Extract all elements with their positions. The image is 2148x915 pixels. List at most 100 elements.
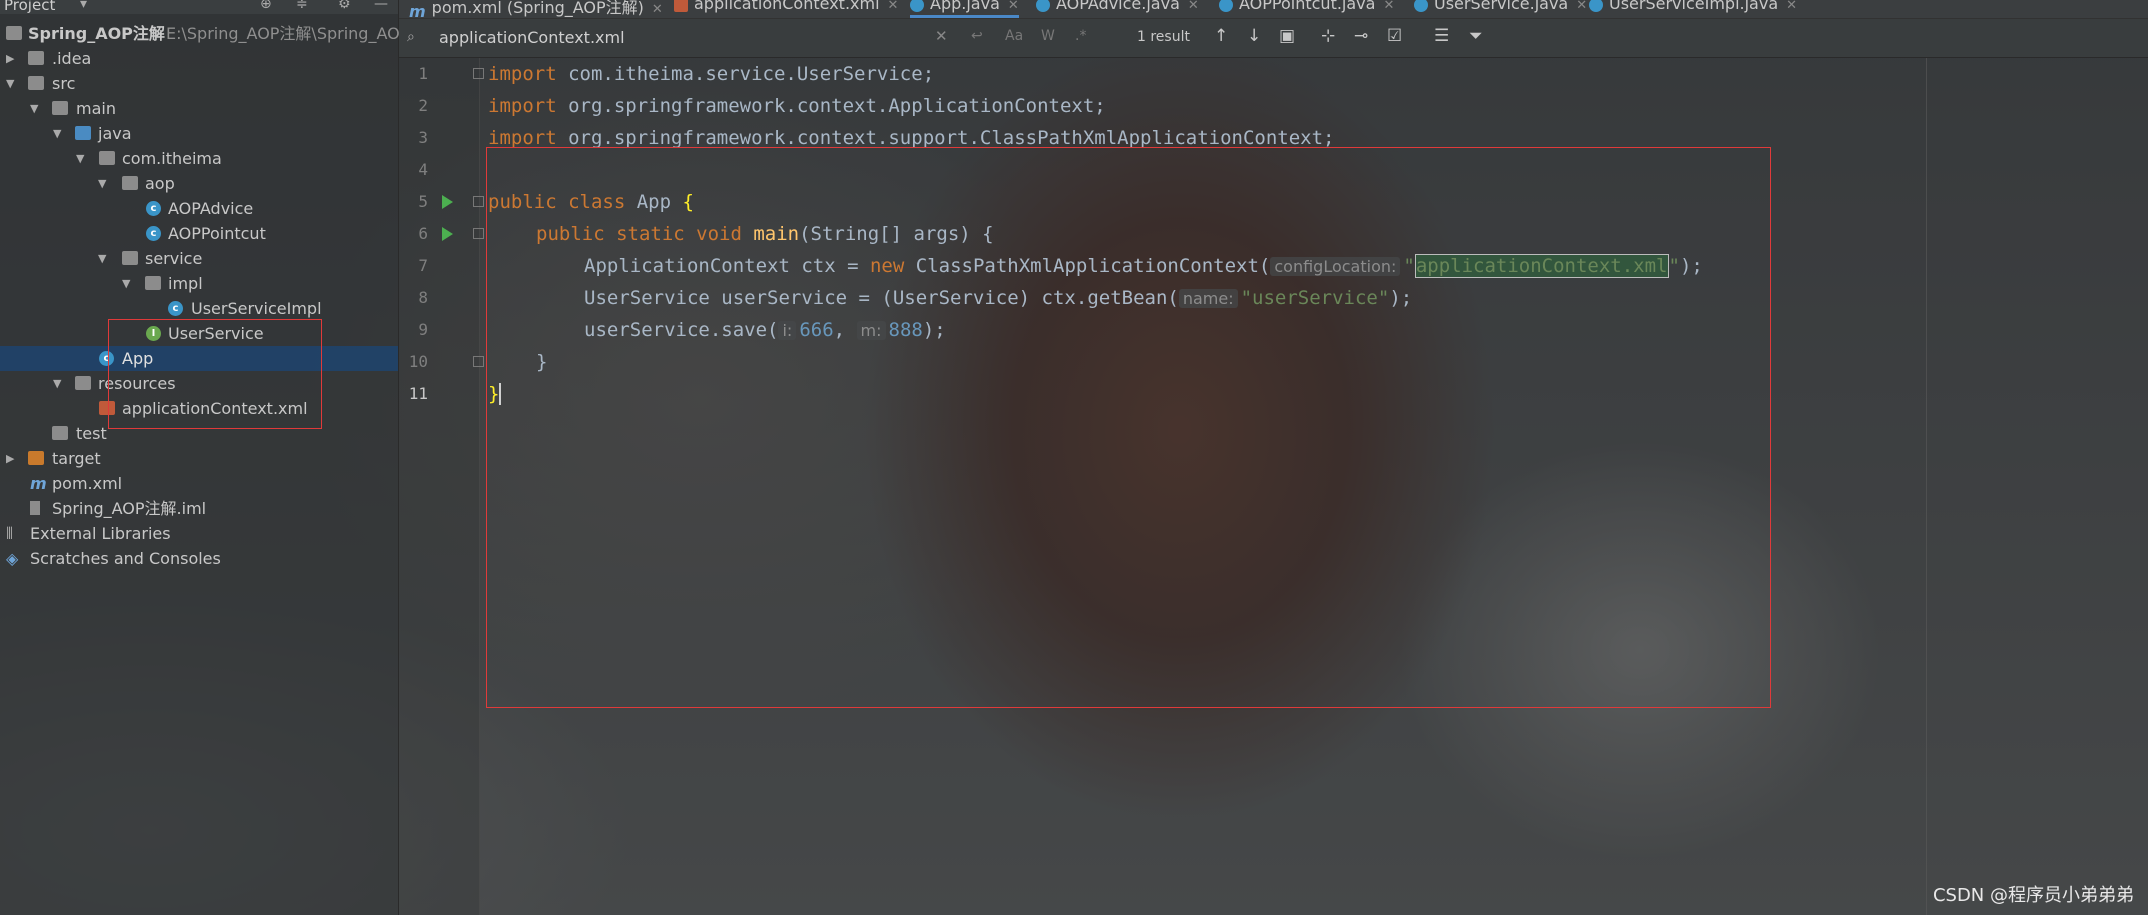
close-icon[interactable]: ✕: [888, 0, 899, 13]
run-class-icon[interactable]: [442, 195, 453, 209]
tree-item-label: target: [52, 449, 101, 468]
chevron-down-icon[interactable]: ▼: [98, 171, 106, 196]
next-occurrence-icon[interactable]: ↓: [1247, 26, 1261, 46]
tab-applicationcontext[interactable]: applicationContext.xml ✕: [674, 0, 898, 18]
chevron-down-icon[interactable]: ▼: [98, 246, 106, 271]
tree-item-label: .idea: [52, 49, 92, 68]
close-icon[interactable]: ✕: [1188, 0, 1199, 13]
minimize-icon[interactable]: —: [374, 0, 388, 12]
tab-aoppointcut[interactable]: AOPPointcut.java ✕: [1219, 0, 1394, 18]
tab-label: AOPPointcut.java: [1239, 0, 1376, 13]
collapse-all-icon[interactable]: ≑: [296, 0, 308, 12]
chevron-down-icon[interactable]: ▾: [80, 0, 87, 12]
clear-icon[interactable]: ✕: [935, 27, 948, 45]
chevron-right-icon[interactable]: ▶: [6, 46, 14, 71]
gear-icon[interactable]: ⚙: [338, 0, 351, 12]
tree-item-scratches[interactable]: ◈ Scratches and Consoles: [0, 546, 398, 571]
tab-app-java[interactable]: App.java ✕: [910, 0, 1019, 18]
library-icon: ⦀: [6, 524, 14, 543]
fold-method-icon[interactable]: [473, 228, 484, 239]
tab-aopadvice[interactable]: AOPAdvice.java ✕: [1036, 0, 1199, 18]
line-number: 3: [418, 128, 428, 147]
regex-toggle[interactable]: .*: [1075, 28, 1086, 44]
tree-item-project-root[interactable]: Spring_AOP注解 E:\Spring_AOP注解\Spring_AO: [0, 21, 400, 46]
open-in-window-icon[interactable]: ▣: [1279, 26, 1295, 46]
close-icon[interactable]: ✕: [1576, 0, 1587, 13]
tree-item-label: Spring_AOP注解.iml: [52, 499, 207, 518]
tree-item-pom[interactable]: m pom.xml: [0, 471, 398, 496]
annotation-box-sidebar: [108, 319, 322, 429]
chevron-down-icon[interactable]: ▼: [122, 271, 130, 296]
project-path: E:\Spring_AOP注解\Spring_AO: [166, 24, 400, 43]
tree-item-src[interactable]: ▼ src: [0, 71, 398, 96]
tree-item-aopadvice[interactable]: c AOPAdvice: [0, 196, 398, 221]
tree-item-iml[interactable]: Spring_AOP注解.iml: [0, 496, 398, 521]
watermark: CSDN @程序员小弟弟弟: [1932, 885, 2134, 906]
close-icon[interactable]: ✕: [1383, 0, 1394, 13]
close-icon[interactable]: ✕: [652, 2, 663, 17]
search-input[interactable]: applicationContext.xml: [439, 28, 625, 47]
tree-item-label: src: [52, 74, 76, 93]
tab-label: applicationContext.xml: [694, 0, 880, 13]
close-icon[interactable]: ✕: [1786, 0, 1797, 13]
tab-pom[interactable]: m pom.xml (Spring_AOP注解) ✕: [409, 0, 663, 18]
tree-item-java[interactable]: ▼ java: [0, 121, 398, 146]
fold-method-end-icon[interactable]: [473, 356, 484, 367]
tree-item-label: aop: [145, 174, 175, 193]
tab-userservice[interactable]: UserService.java ✕: [1414, 0, 1587, 18]
tree-item-label: Scratches and Consoles: [30, 549, 221, 568]
chevron-down-icon[interactable]: ▼: [6, 71, 14, 96]
remove-selection-icon[interactable]: ⊸: [1354, 26, 1368, 46]
maven-icon: m: [30, 474, 47, 493]
code-line-2[interactable]: import org.springframework.context.Appli…: [488, 90, 1106, 122]
annotation-box-editor: [486, 147, 1771, 708]
chevron-right-icon[interactable]: ▶: [6, 446, 14, 471]
tree-item-label: impl: [168, 274, 203, 293]
package-icon: [122, 176, 138, 190]
tree-item-impl[interactable]: ▼ impl: [0, 271, 398, 296]
run-main-icon[interactable]: [442, 227, 453, 241]
new-line-icon[interactable]: ↩: [971, 28, 983, 44]
tree-item-target[interactable]: ▶ target: [0, 446, 398, 471]
folder-icon: [28, 51, 44, 65]
tree-item-main[interactable]: ▼ main: [0, 96, 398, 121]
ide-window: Project ▾ ⊕ ≑ ⚙ — Spring_AOP注解 E:\Spring…: [0, 0, 2148, 915]
package-icon: [122, 251, 138, 265]
chevron-down-icon[interactable]: ▼: [53, 371, 61, 396]
folder-icon: [28, 451, 44, 465]
tree-item-aop[interactable]: ▼ aop: [0, 171, 398, 196]
select-all-occurrences-icon[interactable]: ☑: [1387, 26, 1402, 46]
tree-item-label: UserServiceImpl: [191, 299, 322, 318]
previous-occurrence-icon[interactable]: ↑: [1214, 26, 1228, 46]
folder-icon: [52, 426, 68, 440]
tree-item-external-libraries[interactable]: ⦀ External Libraries: [0, 521, 398, 546]
code-text: org.springframework.context.support.Clas…: [556, 127, 1335, 149]
chevron-down-icon[interactable]: ▼: [76, 146, 84, 171]
filter-options-icon[interactable]: ☰: [1434, 26, 1449, 46]
tree-item-label: test: [76, 424, 107, 443]
match-case-toggle[interactable]: Aa: [1005, 28, 1023, 44]
code-line-1[interactable]: import com.itheima.service.UserService;: [488, 58, 934, 90]
tree-item-label: External Libraries: [30, 524, 171, 543]
tree-item-com-itheima[interactable]: ▼ com.itheima: [0, 146, 398, 171]
right-margin-guide: [1926, 58, 1927, 915]
fold-class-icon[interactable]: [473, 196, 484, 207]
tree-item-idea[interactable]: ▶ .idea: [0, 46, 398, 71]
chevron-down-icon[interactable]: ▼: [30, 96, 38, 121]
line-number: 6: [418, 224, 428, 243]
close-icon[interactable]: ✕: [1008, 0, 1019, 13]
fold-imports-icon[interactable]: [473, 68, 484, 79]
tree-item-userserviceimpl[interactable]: c UserServiceImpl: [0, 296, 398, 321]
tree-item-service[interactable]: ▼ service: [0, 246, 398, 271]
project-panel-title[interactable]: Project: [4, 0, 55, 14]
locate-icon[interactable]: ⊕: [260, 0, 272, 12]
search-icon[interactable]: ⌕: [407, 29, 415, 45]
tree-item-aoppointcut[interactable]: c AOPPointcut: [0, 221, 398, 246]
line-number: 1: [418, 64, 428, 83]
tab-userserviceimpl[interactable]: UserServiceImpl.java ✕: [1589, 0, 1797, 18]
add-selection-icon[interactable]: ⊹: [1321, 26, 1335, 46]
filter-icon[interactable]: ⏷: [1469, 26, 1483, 46]
chevron-down-icon[interactable]: ▼: [53, 121, 61, 146]
class-icon: [1036, 0, 1050, 12]
words-toggle[interactable]: W: [1041, 28, 1055, 44]
